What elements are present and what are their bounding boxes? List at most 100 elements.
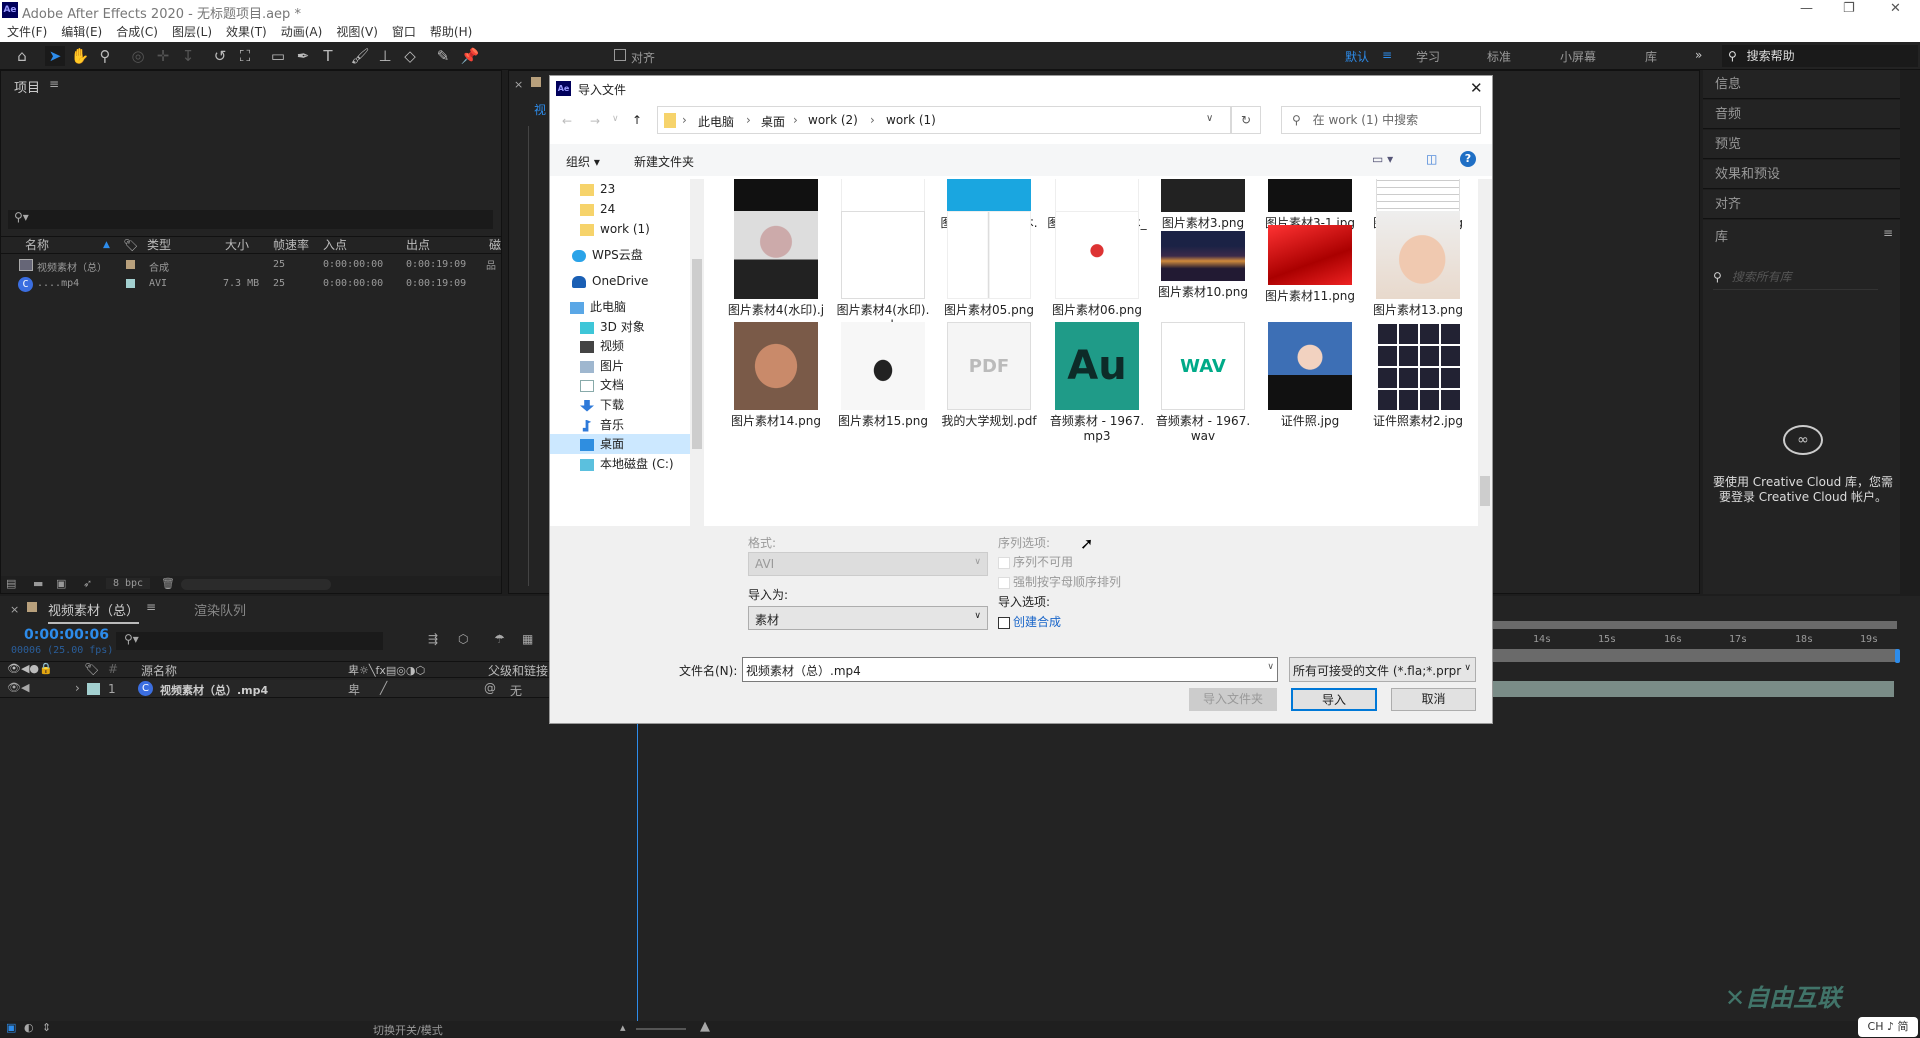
- file-item[interactable]: WAV 音频素材 - 1967.wav: [1153, 322, 1253, 444]
- more-workspaces-icon[interactable]: »: [1695, 48, 1702, 62]
- project-row[interactable]: C ....mp4 AVI 7.3 MB 25 0:00:00:00 0:00:…: [1, 276, 501, 294]
- parent-select[interactable]: 无: [510, 682, 522, 699]
- workspace-library[interactable]: 库: [1645, 48, 1657, 65]
- breadcrumb-this-pc[interactable]: 此电脑: [698, 113, 734, 130]
- comp-tab[interactable]: 视: [534, 101, 546, 118]
- nav-scrollbar-thumb[interactable]: [692, 259, 702, 449]
- restore-button[interactable]: ❐: [1843, 1, 1855, 16]
- rectangle-tool-icon[interactable]: ▭: [268, 46, 288, 66]
- file-item[interactable]: 图片素材14.png: [726, 322, 826, 429]
- file-item[interactable]: 证件照.jpg: [1260, 322, 1360, 429]
- cancel-button[interactable]: 取消: [1391, 688, 1476, 711]
- file-item[interactable]: 图片素材15.png: [833, 322, 933, 429]
- hand-tool-icon[interactable]: ✋: [70, 46, 90, 66]
- file-type-select[interactable]: 所有可接受的文件 (*.fla;*.prpr ∨: [1289, 657, 1476, 682]
- panel-menu-icon[interactable]: ≡: [1883, 226, 1893, 240]
- file-item[interactable]: PDF 我的大学规划.pdf: [939, 322, 1039, 429]
- col-source-name[interactable]: 源名称: [141, 662, 177, 679]
- nav-item[interactable]: 23: [550, 179, 690, 199]
- in-out-icon[interactable]: ⇕: [42, 1021, 51, 1034]
- menu-help[interactable]: 帮助(H): [430, 25, 472, 39]
- anchor-tool-icon[interactable]: ⛶: [235, 46, 255, 66]
- zoom-out-icon[interactable]: ▴: [620, 1021, 626, 1034]
- layer-name[interactable]: 视频素材（总）.mp4: [160, 682, 268, 698]
- file-item[interactable]: 图片素材05.png: [939, 211, 1039, 318]
- col-in[interactable]: 入点: [323, 237, 347, 253]
- import-button[interactable]: 导入: [1291, 688, 1377, 711]
- nav-item[interactable]: 本地磁盘 (C:): [550, 454, 690, 474]
- close-panel-icon[interactable]: ×: [10, 603, 19, 616]
- trash-icon[interactable]: 🗑: [161, 577, 175, 590]
- col-size[interactable]: 大小: [225, 237, 249, 253]
- menu-edit[interactable]: 编辑(E): [61, 25, 102, 39]
- menu-composition[interactable]: 合成(C): [116, 25, 158, 39]
- col-name[interactable]: 名称: [25, 237, 49, 253]
- timeline-search-input[interactable]: ⚲▾: [116, 632, 383, 650]
- quality-switch-icon[interactable]: ╱: [380, 681, 387, 695]
- label-tag-icon[interactable]: 🏷: [84, 662, 99, 676]
- new-folder-icon[interactable]: ▬: [33, 577, 43, 590]
- new-composition-icon[interactable]: ▣: [56, 577, 66, 590]
- dolly-camera-icon[interactable]: ↧: [178, 46, 198, 66]
- panel-preview[interactable]: 预览: [1703, 130, 1900, 159]
- file-item[interactable]: 图片素材10.png: [1153, 211, 1253, 300]
- draft-3d-icon[interactable]: ⬡: [458, 632, 468, 646]
- workspace-default[interactable]: 默认: [1345, 48, 1369, 65]
- file-item[interactable]: 图片素材13.png: [1368, 211, 1468, 318]
- orbit-camera-icon[interactable]: ◎: [128, 46, 148, 66]
- file-item[interactable]: 图片素材06.png: [1047, 211, 1147, 318]
- label-color-swatch[interactable]: [87, 683, 100, 695]
- chevron-down-icon[interactable]: ∨: [1267, 662, 1274, 672]
- menu-effect[interactable]: 效果(T): [226, 25, 267, 39]
- layer-row[interactable]: 👁◀ › 1 C 视频素材（总）.mp4 卑 ╱ @ 无: [0, 680, 550, 698]
- file-item[interactable]: 图片素材4(水印).jpg: [726, 211, 826, 333]
- comp-flowchart-icon[interactable]: ⇶: [428, 632, 438, 646]
- menu-file[interactable]: 文件(F): [7, 25, 47, 39]
- panel-align[interactable]: 对齐: [1703, 190, 1900, 219]
- nav-item[interactable]: WPS云盘: [550, 245, 690, 265]
- breadcrumb-desktop[interactable]: 桌面: [761, 113, 785, 130]
- refresh-button[interactable]: ↻: [1231, 106, 1261, 134]
- panel-audio[interactable]: 音频: [1703, 100, 1900, 129]
- minimize-button[interactable]: —: [1800, 1, 1813, 16]
- file-item[interactable]: 图片素材4(水印).psd: [833, 211, 933, 333]
- breadcrumb-work1[interactable]: work (1): [886, 113, 936, 127]
- roto-brush-icon[interactable]: ✎: [433, 46, 453, 66]
- view-options-icon[interactable]: ▭ ▾: [1372, 152, 1393, 166]
- current-time-display[interactable]: 0:00:00:06: [24, 627, 109, 643]
- address-dropdown-icon[interactable]: ∨: [1206, 113, 1213, 124]
- menu-layer[interactable]: 图层(L): [172, 25, 212, 39]
- panel-menu-icon[interactable]: ≡: [146, 600, 156, 614]
- shy-layers-icon[interactable]: ☂: [494, 632, 505, 646]
- menu-animation[interactable]: 动画(A): [281, 25, 323, 39]
- ime-indicator[interactable]: CH ♪ 简: [1858, 1017, 1918, 1037]
- selection-tool-icon[interactable]: ➤: [45, 46, 65, 66]
- workspace-standard[interactable]: 标准: [1487, 48, 1511, 65]
- breadcrumb-work2[interactable]: work (2): [808, 113, 858, 127]
- panel-menu-icon[interactable]: ≡: [49, 77, 59, 91]
- expand-chevron-icon[interactable]: ›: [75, 681, 80, 695]
- bit-depth-button[interactable]: 8 bpc: [106, 578, 150, 589]
- project-search-input[interactable]: ⚲▾: [8, 210, 493, 229]
- dialog-search-input[interactable]: ⚲ 在 work (1) 中搜索: [1281, 106, 1481, 134]
- panel-info[interactable]: 信息: [1703, 70, 1900, 99]
- workspace-small-screen[interactable]: 小屏幕: [1560, 48, 1596, 65]
- col-out[interactable]: 出点: [406, 237, 430, 253]
- zoom-tool-icon[interactable]: ⚲: [95, 46, 115, 66]
- puppet-pin-icon[interactable]: 📌: [460, 46, 480, 66]
- clone-stamp-icon[interactable]: ⊥: [375, 46, 395, 66]
- address-bar[interactable]: › 此电脑 › 桌面 › work (2) › work (1) ∨: [657, 106, 1231, 134]
- col-type[interactable]: 类型: [147, 237, 171, 253]
- back-button[interactable]: ←: [562, 114, 572, 128]
- frame-blending-icon[interactable]: ▦: [522, 632, 533, 646]
- rotate-tool-icon[interactable]: ↺: [210, 46, 230, 66]
- create-composition-checkbox[interactable]: 创建合成: [998, 613, 1061, 630]
- nav-item[interactable]: 图片: [550, 356, 690, 376]
- nav-item[interactable]: OneDrive: [550, 271, 690, 291]
- align-checkbox[interactable]: [614, 49, 626, 61]
- preview-pane-icon[interactable]: ◫: [1426, 152, 1437, 166]
- type-tool-icon[interactable]: T: [318, 46, 338, 66]
- render-icon[interactable]: ➶: [83, 577, 92, 590]
- new-folder-button[interactable]: 新建文件夹: [634, 153, 694, 170]
- project-row[interactable]: 视频素材（总） 合成 25 0:00:00:00 0:00:19:09 品: [1, 257, 501, 275]
